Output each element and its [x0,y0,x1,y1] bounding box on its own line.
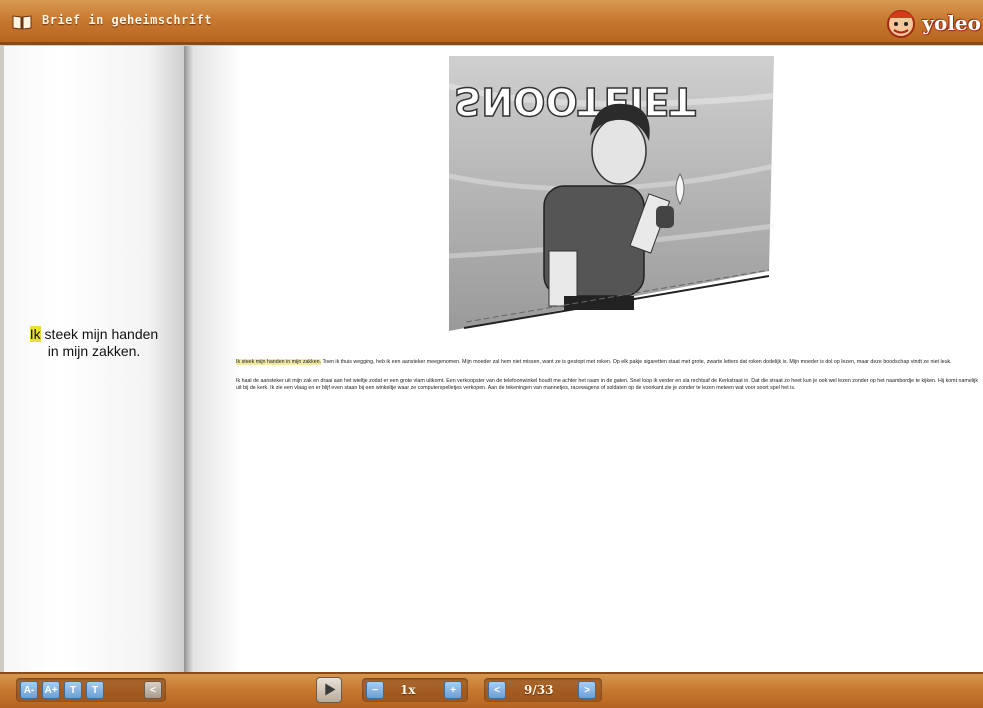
speed-increase-button[interactable]: + [444,681,462,699]
page-title: Brief in geheimschrift [42,13,212,27]
brand-logo: yoleo [883,4,983,40]
previous-page-button[interactable]: < [488,681,506,699]
left-page: Ik steek mijn handen in mijn zakken. [4,46,184,672]
collapse-button[interactable]: < [144,681,162,699]
brand-wordmark: yoleo [922,11,981,35]
page-indicator: 9/33 [524,683,554,697]
title-bar: Brief in geheimschrift yoleo [0,0,983,45]
story-paragraph: Ik haal de aansteker uit mijn zak en dra… [236,378,978,391]
book-spread: Ik steek mijn handen in mijn zakken. SNO… [4,46,983,672]
book-gutter [184,46,194,672]
sentence-text: steek mijn handen in mijn zakken. [40,326,159,359]
speed-value: 1x [400,683,416,697]
text-tools-group: A- A+ T T < [16,678,166,702]
font-size-button[interactable]: T [86,681,104,699]
paragraph-highlight[interactable]: Ik steek mijn handen in mijn zakken. [236,359,322,365]
play-icon [325,683,336,696]
page-navigation: < 9/33 > [484,678,602,702]
story-paragraph: Ik steek mijn handen in mijn zakken. Toe… [236,359,981,366]
text-smaller-button[interactable]: A- [20,681,38,699]
paragraph-text: Toen ik thuis wegging, heb ik een aanste… [321,359,952,365]
next-page-button[interactable]: > [578,681,596,699]
highlighted-word[interactable]: Ik [29,326,41,342]
right-page: SNOOTEIET Ik steek mijn handen in mijn z… [194,46,983,672]
text-larger-button[interactable]: A+ [42,681,60,699]
speed-control: − 1x + [362,678,468,702]
sign-lettering: SNOOTEIET [454,79,696,123]
mascot-icon [887,10,915,38]
bottom-toolbar: A- A+ T T < − 1x + < 9/33 > [0,672,983,708]
current-sentence: Ik steek mijn handen in mijn zakken. [24,326,164,360]
story-illustration: SNOOTEIET [448,56,774,331]
font-button[interactable]: T [64,681,82,699]
play-button[interactable] [316,677,342,703]
speed-decrease-button[interactable]: − [366,681,384,699]
book-icon [12,15,32,30]
